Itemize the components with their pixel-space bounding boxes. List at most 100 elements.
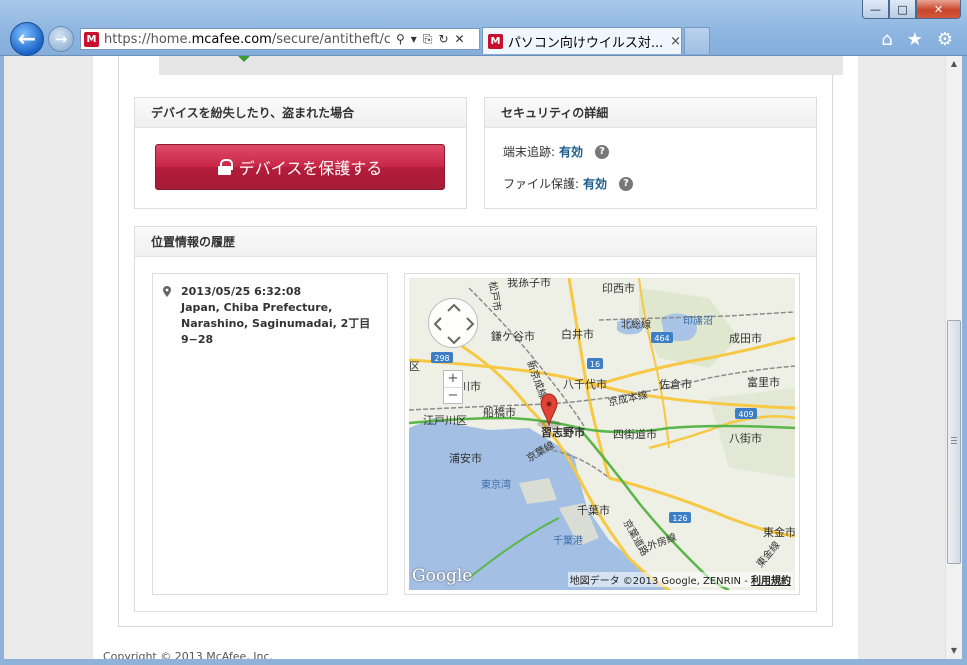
favorites-star-icon[interactable]: ★ bbox=[907, 29, 923, 50]
svg-text:409: 409 bbox=[738, 410, 753, 419]
new-tab-button[interactable] bbox=[684, 27, 710, 54]
compat-view-icon[interactable]: ⎘ bbox=[423, 32, 433, 47]
route-badge-298: 298 bbox=[431, 352, 453, 363]
help-icon[interactable]: ? bbox=[595, 144, 610, 159]
map-label-chiba: 千葉市 bbox=[577, 503, 610, 517]
file-protection-label: ファイル保護: bbox=[503, 177, 580, 191]
map-label-inba: 印旛沼 bbox=[683, 314, 713, 327]
map-zoom-control: + − bbox=[443, 370, 463, 404]
map-label-kitasosen: 北総線 bbox=[621, 318, 651, 331]
protect-device-button[interactable]: デバイスを保護する bbox=[155, 144, 445, 190]
file-protection-status[interactable]: 有効 bbox=[583, 175, 607, 192]
lock-icon bbox=[217, 159, 233, 175]
map-label-shiroi: 白井市 bbox=[561, 327, 594, 341]
map-attribution-text: 地図データ ©2013 Google, ZENRIN - bbox=[569, 576, 751, 587]
map-label-yachiyo: 八千代市 bbox=[563, 377, 607, 391]
security-details-panel: セキュリティの詳細 端末追跡: 有効 ? ファイル保護: 有効 ? bbox=[484, 97, 817, 209]
map-label-ku: 区 bbox=[409, 360, 420, 373]
route-badge-464: 464 bbox=[651, 332, 673, 343]
copyright-text: Copyright © 2013 McAfee, Inc. bbox=[103, 650, 274, 659]
map-terms-link[interactable]: 利用規約 bbox=[751, 576, 791, 587]
tracking-status[interactable]: 有効 bbox=[559, 143, 583, 160]
zoom-out-button[interactable]: − bbox=[444, 387, 462, 404]
tab-title: パソコン向けウイルス対... bbox=[507, 35, 664, 51]
green-pointer-icon bbox=[233, 56, 255, 62]
map-label-sakura: 佐倉市 bbox=[659, 377, 692, 391]
close-window-button[interactable]: ✕ bbox=[916, 0, 961, 19]
page-body: デバイスを紛失したり、盗まれた場合 デバイスを保護する セキュリティの詳細 端末… bbox=[93, 56, 858, 659]
security-details-heading: セキュリティの詳細 bbox=[485, 98, 816, 128]
mcafee-site-icon: M bbox=[84, 31, 99, 47]
url-host: mcafee.com bbox=[191, 31, 272, 47]
map-label-tomisato: 富里市 bbox=[747, 375, 780, 389]
url-text[interactable]: https://home.mcafee.com/secure/antitheft… bbox=[104, 32, 390, 47]
location-list: 2013/05/25 6:32:08 Japan, Chiba Prefectu… bbox=[152, 273, 388, 595]
location-map[interactable]: 298 16 464 409 126 我孫子市 印西市 鎌ケ谷市 白井市 北総線… bbox=[409, 278, 795, 590]
dropdown-icon[interactable]: ▾ bbox=[411, 32, 417, 47]
file-protection-row: ファイル保護: 有効 ? bbox=[503, 175, 634, 192]
browser-chrome: — □ ✕ ← → M https://home.mcafee.com/secu… bbox=[0, 0, 967, 56]
location-pin-icon bbox=[163, 286, 171, 297]
pan-arrows-icon bbox=[433, 303, 475, 345]
scroll-down-arrow-icon[interactable]: ▼ bbox=[946, 643, 962, 659]
zoom-in-button[interactable]: + bbox=[444, 371, 462, 387]
lost-device-panel: デバイスを紛失したり、盗まれた場合 デバイスを保護する bbox=[134, 97, 467, 209]
help-icon[interactable]: ? bbox=[619, 176, 634, 191]
map-label-togane: 東金市 bbox=[763, 525, 795, 539]
tracking-row: 端末追跡: 有効 ? bbox=[503, 143, 610, 160]
route-badge-16: 16 bbox=[587, 358, 603, 369]
location-address-line1: Japan, Chiba Prefecture, bbox=[181, 301, 333, 314]
route-badge-409: 409 bbox=[735, 408, 757, 419]
window-controls: — □ ✕ bbox=[862, 0, 961, 19]
window-left-border bbox=[0, 56, 4, 659]
map-label-edogawa: 江戸川区 bbox=[423, 414, 467, 427]
scroll-up-arrow-icon[interactable]: ▲ bbox=[946, 56, 962, 72]
tab-close-icon[interactable]: × bbox=[670, 34, 681, 49]
map-label-abiko: 我孫子市 bbox=[507, 278, 551, 289]
stop-icon[interactable]: ✕ bbox=[455, 32, 465, 47]
address-bar[interactable]: M https://home.mcafee.com/secure/antithe… bbox=[80, 28, 480, 50]
location-entry[interactable]: 2013/05/25 6:32:08 Japan, Chiba Prefectu… bbox=[181, 284, 379, 348]
map-label-funabashi: 船橋市 bbox=[483, 405, 516, 419]
home-icon[interactable]: ⌂ bbox=[881, 29, 892, 50]
window-bottom-border bbox=[0, 659, 967, 665]
svg-text:464: 464 bbox=[654, 334, 669, 343]
refresh-icon[interactable]: ↻ bbox=[438, 32, 448, 47]
location-history-heading: 位置情報の履歴 bbox=[135, 227, 816, 257]
map-label-tokyowan: 東京湾 bbox=[481, 478, 511, 491]
mcafee-tab-icon: M bbox=[488, 33, 503, 49]
route-badge-126: 126 bbox=[669, 512, 691, 523]
search-icon[interactable]: ⚲ bbox=[396, 32, 405, 47]
top-strip bbox=[159, 56, 843, 75]
map-label-yachimata: 八街市 bbox=[729, 431, 762, 445]
tools-gear-icon[interactable]: ⚙ bbox=[937, 29, 953, 50]
location-address-line3: 9−28 bbox=[181, 333, 214, 346]
back-button[interactable]: ← bbox=[10, 22, 44, 56]
map-label-narita: 成田市 bbox=[729, 331, 762, 345]
tracking-label: 端末追跡: bbox=[503, 145, 556, 159]
map-pan-control[interactable] bbox=[428, 298, 478, 348]
scrollbar-grip-icon bbox=[951, 437, 957, 445]
page-viewport: デバイスを紛失したり、盗まれた場合 デバイスを保護する セキュリティの詳細 端末… bbox=[0, 56, 967, 659]
protect-device-label: デバイスを保護する bbox=[238, 159, 383, 178]
map-label-kamagaya: 鎌ケ谷市 bbox=[491, 329, 535, 343]
minimize-button[interactable]: — bbox=[862, 0, 889, 19]
google-logo: Google bbox=[412, 566, 473, 586]
window-right-border bbox=[962, 56, 967, 665]
lost-device-heading: デバイスを紛失したり、盗まれた場合 bbox=[135, 98, 466, 128]
svg-text:298: 298 bbox=[434, 354, 449, 363]
svg-text:16: 16 bbox=[590, 360, 600, 369]
map-label-chibako: 千葉港 bbox=[553, 534, 583, 547]
url-path: /secure/antitheft/consu bbox=[271, 31, 390, 47]
maximize-button[interactable]: □ bbox=[889, 0, 916, 19]
map-label-yotsukaido: 四街道市 bbox=[613, 427, 657, 441]
content-box: デバイスを紛失したり、盗まれた場合 デバイスを保護する セキュリティの詳細 端末… bbox=[118, 56, 843, 627]
forward-button[interactable]: → bbox=[48, 26, 74, 52]
browser-tab[interactable]: M パソコン向けウイルス対... × bbox=[482, 27, 682, 54]
vertical-scrollbar[interactable]: ▲ ▼ bbox=[945, 56, 962, 659]
location-address-line2: Narashino, Saginumadai, 2丁目 bbox=[181, 317, 371, 330]
location-history-panel: 位置情報の履歴 2013/05/25 6:32:08 Japan, Chiba … bbox=[134, 226, 817, 612]
scrollbar-thumb[interactable] bbox=[947, 320, 961, 564]
map-attribution: 地図データ ©2013 Google, ZENRIN - 利用規約 bbox=[567, 572, 793, 587]
location-timestamp: 2013/05/25 6:32:08 bbox=[181, 285, 302, 298]
